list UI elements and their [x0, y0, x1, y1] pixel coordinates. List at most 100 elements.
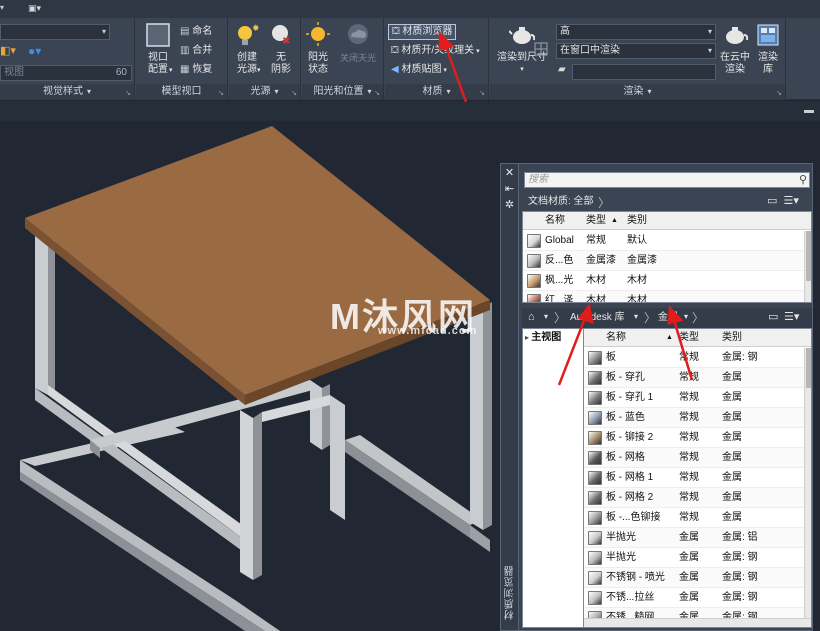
cell-category: 默认 — [627, 235, 647, 246]
table-row[interactable]: 板 - 铆接 2 常规 金属 — [584, 428, 804, 448]
table-row[interactable]: 半抛光 金属 金属: 铝 — [584, 528, 804, 548]
cell-category: 木材 — [627, 295, 647, 303]
watermark-sub: www.mfcad.com — [378, 325, 478, 337]
material-thumbnail-icon — [527, 274, 541, 288]
cell-name: 板 - 网格 1 — [606, 472, 654, 483]
chevron-down-icon[interactable]: ▾ — [634, 312, 638, 321]
autohide-icon[interactable]: ⇤ — [501, 182, 518, 196]
search-icon[interactable]: ⚲ — [799, 173, 807, 187]
table-row[interactable]: 板 - 网格 常规 金属 — [584, 448, 804, 468]
table-row[interactable]: 板 - 穿孔 常规 金属 — [584, 368, 804, 388]
material-thumbnail-icon — [588, 551, 602, 565]
chevron-right-icon: 〉 — [554, 311, 567, 325]
cell-category: 金属 — [722, 512, 742, 523]
material-thumbnail-icon — [588, 591, 602, 605]
material-thumbnail-icon — [588, 431, 602, 445]
doc-col-name[interactable]: 名称 — [545, 212, 565, 230]
cell-type: 常规 — [679, 432, 699, 443]
chevron-down-icon[interactable]: ▾ — [544, 312, 548, 321]
cell-type: 常规 — [679, 472, 699, 483]
cell-category: 金属 — [722, 452, 742, 463]
doc-table-header: 名称 类型 ▲ 类别 — [523, 212, 811, 230]
chevron-down-icon[interactable]: ▾ — [684, 312, 688, 321]
table-row[interactable]: 反...色 金属漆 金属漆 — [523, 251, 804, 271]
cell-name: 红...泽 — [545, 295, 574, 303]
tree-root-label: 主视图 — [531, 332, 562, 343]
cell-type: 常规 — [679, 452, 699, 463]
material-thumbnail-icon — [588, 531, 602, 545]
table-row[interactable]: 板 - 网格 2 常规 金属 — [584, 488, 804, 508]
table-row[interactable]: 半抛光 金属 金属: 钢 — [584, 548, 804, 568]
cell-name: 板 — [606, 352, 616, 363]
cell-type: 常规 — [679, 412, 699, 423]
scroll-thumb[interactable] — [806, 348, 811, 388]
palette-sidebar: ✕ ⇤ ✲ 材质浏览器 — [501, 164, 519, 630]
cell-type: 金属 — [679, 572, 699, 583]
scroll-thumb[interactable] — [806, 231, 811, 281]
lib-table-hscrollbar[interactable] — [584, 618, 811, 627]
material-thumbnail-icon — [588, 451, 602, 465]
cell-category: 金属漆 — [627, 255, 657, 266]
document-materials-breadcrumb[interactable]: 文档材质: 全部 — [528, 193, 594, 211]
cell-name: 半抛光 — [606, 552, 636, 563]
cell-type: 木材 — [586, 275, 606, 286]
lib-table-scrollbar[interactable] — [804, 348, 811, 618]
cell-type: 常规 — [586, 235, 606, 246]
document-materials-table: 名称 类型 ▲ 类别 Global 常规 默认 反...色 金属漆 金属漆 枫...光 木材木… — [522, 211, 812, 303]
library-crumb[interactable]: Autodesk 库 — [570, 309, 624, 327]
table-row[interactable]: 板 - 蓝色 常规 金属 — [584, 408, 804, 428]
cell-name: 反...色 — [545, 255, 574, 266]
cell-category: 金属: 钢 — [722, 572, 758, 583]
material-thumbnail-icon — [588, 491, 602, 505]
cell-name: 枫...光 — [545, 275, 574, 286]
cell-name: 板 - 蓝色 — [606, 412, 645, 423]
material-thumbnail-icon — [527, 234, 541, 248]
cell-category: 金属: 钢 — [722, 552, 758, 563]
home-icon[interactable]: ⌂ — [528, 311, 535, 323]
doc-col-type[interactable]: 类型 — [586, 212, 606, 230]
cell-category: 金属: 钢 — [722, 592, 758, 603]
sort-ascending-icon: ▲ — [611, 217, 618, 224]
doc-table-scrollbar[interactable] — [804, 231, 811, 302]
watermark-m-icon: M — [330, 296, 362, 337]
lib-table-body: 板常规 金属: 钢板 - 穿孔 常规 金属板 - 穿孔 1 常规 金属板 - 蓝色 常规 金属… — [584, 348, 804, 627]
lib-col-type[interactable]: 类型 — [679, 329, 699, 347]
chevron-right-icon: 〉 — [598, 196, 611, 210]
folder-crumb[interactable]: 金属 — [658, 309, 678, 327]
close-icon[interactable]: ✕ — [501, 166, 518, 180]
cell-name: 板 -...色铆接 — [606, 512, 661, 523]
table-row[interactable]: 不锈钢 - 喷光 金属 金属: 钢 — [584, 568, 804, 588]
material-thumbnail-icon — [588, 571, 602, 585]
doc-col-category[interactable]: 类别 — [627, 212, 647, 230]
table-row[interactable]: 板 - 网格 1 常规 金属 — [584, 468, 804, 488]
lib-col-name[interactable]: 名称 — [606, 329, 626, 347]
autocad-window: ▾ ▣▾ ▾ ◧▾ ●▾ 视图 60 视觉样式 ▾ ↘ 视口 配置 ▾ ▤ 命名 … — [0, 0, 820, 631]
cell-type: 金属 — [679, 592, 699, 603]
table-row[interactable]: 不锈...拉丝 金属 金属: 钢 — [584, 588, 804, 608]
material-thumbnail-icon — [588, 411, 602, 425]
chevron-right-icon: 〉 — [692, 311, 705, 325]
list-view-icon[interactable]: ☰▾ — [784, 310, 799, 323]
search-input[interactable]: 搜索 ⚲ — [524, 172, 810, 188]
table-row[interactable]: Global 常规 默认 — [523, 231, 804, 251]
table-row[interactable]: 红...泽 木材 木材 — [523, 291, 804, 303]
cell-name: 板 - 铆接 2 — [606, 432, 654, 443]
cell-type: 常规 — [679, 372, 699, 383]
table-row[interactable]: 板 - 穿孔 1 常规 金属 — [584, 388, 804, 408]
lib-col-category[interactable]: 类别 — [722, 329, 742, 347]
material-browser-palette: ✕ ⇤ ✲ 材质浏览器 搜索 ⚲ 文档材质: 全部 〉 ▭ ☰▾ 名称 类型 ▲… — [500, 163, 813, 631]
material-thumbnail-icon — [588, 351, 602, 365]
table-row[interactable]: 枫...光 木材 木材 — [523, 271, 804, 291]
material-thumbnail-icon — [588, 391, 602, 405]
properties-icon[interactable]: ✲ — [501, 198, 518, 212]
list-view-icon[interactable]: ☰▾ — [783, 195, 798, 207]
table-row[interactable]: 板 -...色铆接 常规 金属 — [584, 508, 804, 528]
table-row[interactable]: 板 常规 金属: 钢 — [584, 348, 804, 368]
library-materials-table: 名称 ▲ 类型 类别 板常规 金属: 钢板 - 穿孔 常规 金属板 - 穿孔 1 常规金… — [583, 328, 812, 628]
tree-item-home[interactable]: ▸ 主视图 — [525, 331, 561, 345]
panel-toggle-icon[interactable]: ▭ — [767, 195, 777, 207]
cell-name: 板 - 穿孔 1 — [606, 392, 654, 403]
cell-name: 板 - 网格 — [606, 452, 645, 463]
cell-category: 金属 — [722, 392, 742, 403]
panel-toggle-icon[interactable]: ▭ — [768, 310, 778, 323]
